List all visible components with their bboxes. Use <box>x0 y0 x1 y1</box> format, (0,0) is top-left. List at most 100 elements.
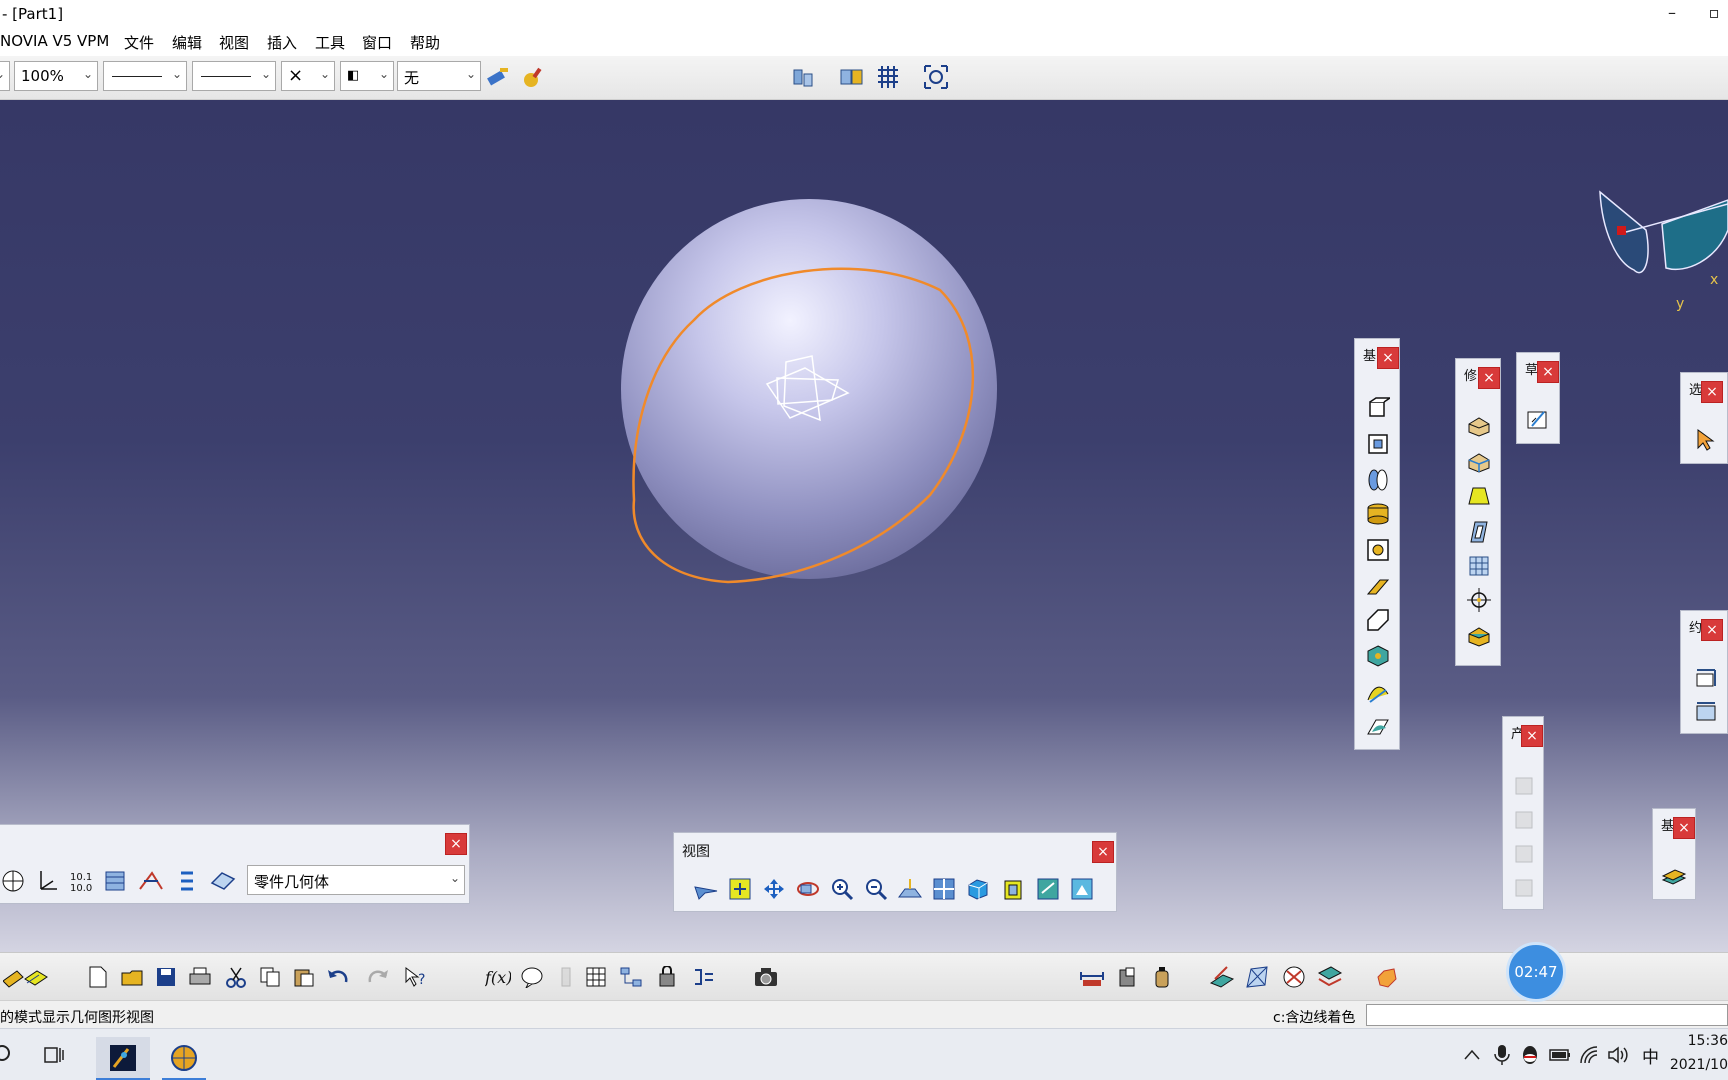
current-body-combo[interactable]: 零件几何体 ⌄ <box>247 865 465 895</box>
menu-tools[interactable]: 工具 <box>315 32 345 53</box>
multi-section-solid-icon[interactable] <box>1365 679 1391 705</box>
measure-item-icon[interactable] <box>1114 963 1142 991</box>
close-button[interactable]: × <box>1701 381 1723 403</box>
3d-annotation-icon[interactable] <box>1316 963 1344 991</box>
copy-icon[interactable] <box>256 963 284 991</box>
command-input[interactable] <box>1366 1004 1728 1026</box>
rotate-icon[interactable] <box>794 875 822 903</box>
constraint-analysis-icon[interactable] <box>1280 963 1308 991</box>
snap-to-point-icon[interactable] <box>1244 963 1272 991</box>
menu-view[interactable]: 视图 <box>219 32 249 53</box>
restore-button[interactable]: ▫ <box>1700 0 1728 28</box>
recording-timer[interactable]: 02:47 <box>1506 942 1566 1002</box>
sketch-icon[interactable] <box>1525 407 1551 433</box>
close-button[interactable]: × <box>1701 619 1723 641</box>
clock-time[interactable]: 15:36 <box>1688 1033 1728 1049</box>
multi-view-icon[interactable] <box>930 875 958 903</box>
format-painter-icon[interactable] <box>520 63 548 91</box>
pocket-icon[interactable] <box>1365 431 1391 457</box>
measure-inertia-icon[interactable] <box>1148 963 1176 991</box>
ime-indicator[interactable]: 中 <box>1642 1043 1659 1068</box>
coordinate-axis-icon[interactable] <box>33 867 61 895</box>
minimize-button[interactable]: – <box>1652 0 1692 28</box>
wifi-icon[interactable] <box>1576 1041 1604 1069</box>
catia-taskbar-app-icon[interactable] <box>96 1037 150 1080</box>
compass-icon[interactable] <box>1596 190 1728 300</box>
close-button[interactable]: × <box>1521 725 1543 747</box>
macros-icon[interactable] <box>690 963 718 991</box>
close-button[interactable]: × <box>1537 361 1559 383</box>
transparency-combo[interactable]: 100% ⌄ <box>14 61 98 91</box>
volume-icon[interactable] <box>1604 1041 1632 1069</box>
shading-mode-icon[interactable] <box>1068 875 1096 903</box>
menu-help[interactable]: 帮助 <box>410 32 440 53</box>
capture-icon[interactable] <box>752 963 780 991</box>
open-file-icon[interactable] <box>118 963 146 991</box>
catalog-browser-icon[interactable] <box>654 963 682 991</box>
fly-mode-icon[interactable] <box>692 875 720 903</box>
thickness-icon[interactable] <box>1466 553 1492 579</box>
tree-icon[interactable] <box>173 867 201 895</box>
menu-window[interactable]: 窗口 <box>362 32 392 53</box>
paste-icon[interactable] <box>290 963 318 991</box>
close-button[interactable]: × <box>1478 367 1500 389</box>
hand-tool-icon[interactable] <box>1372 963 1400 991</box>
line-type-combo[interactable]: ⌄ <box>192 61 276 91</box>
cut-icon[interactable] <box>222 963 250 991</box>
menu-edit[interactable]: 编辑 <box>172 32 202 53</box>
3d-viewport[interactable]: x y 基 × 修 × 草 × 选 × 约 × 产 × 基 × 视图 × × 1… <box>0 100 1728 952</box>
close-button[interactable]: × <box>1377 347 1399 369</box>
print-icon[interactable] <box>186 963 214 991</box>
formula-icon[interactable]: f(x) <box>484 963 512 991</box>
microphone-icon[interactable] <box>1488 1041 1516 1069</box>
pan-icon[interactable] <box>760 875 788 903</box>
menu-product[interactable]: NOVIA V5 VPM <box>0 32 109 50</box>
search-icon[interactable] <box>0 1041 18 1069</box>
fit-all-in-icon[interactable] <box>726 875 754 903</box>
draft-icon[interactable] <box>1466 483 1492 509</box>
edge-fillet-icon[interactable] <box>1466 413 1492 439</box>
task-view-icon[interactable] <box>40 1041 68 1069</box>
hide-show-view-icon[interactable] <box>1000 875 1028 903</box>
measure-between-icon[interactable] <box>1078 963 1106 991</box>
thread-icon[interactable] <box>1466 587 1492 613</box>
pad-icon[interactable] <box>1365 395 1391 421</box>
boolean-icon[interactable] <box>137 867 165 895</box>
point-symbol-combo[interactable]: × ⌄ <box>281 61 335 91</box>
fit-all-icon[interactable] <box>922 63 950 91</box>
save-icon[interactable] <box>152 963 180 991</box>
table-icon[interactable] <box>582 963 610 991</box>
paint-brush-icon[interactable] <box>484 63 512 91</box>
shaft-icon[interactable] <box>1365 467 1391 493</box>
normal-view-icon[interactable] <box>896 875 924 903</box>
close-button[interactable]: × <box>1673 817 1695 839</box>
grid-icon[interactable] <box>874 63 902 91</box>
axis-system-icon[interactable] <box>0 867 27 895</box>
swap-space-icon[interactable] <box>1034 875 1062 903</box>
undo-icon[interactable] <box>324 963 352 991</box>
solid-combine-icon[interactable] <box>1365 643 1391 669</box>
select-arrow-icon[interactable] <box>1693 427 1719 453</box>
product-structure-icon[interactable] <box>618 963 646 991</box>
scale-icon[interactable]: 10.1 10.0 <box>67 867 95 895</box>
menu-file[interactable]: 文件 <box>124 32 154 53</box>
slot-icon[interactable] <box>1365 607 1391 633</box>
apply-material-icon[interactable] <box>1661 863 1687 889</box>
removed-multi-section-icon[interactable] <box>1365 713 1391 739</box>
qq-icon[interactable] <box>1516 1041 1544 1069</box>
define-work-object-icon[interactable] <box>209 867 237 895</box>
part-design-icon[interactable] <box>22 963 50 991</box>
prev-combo[interactable]: ⌄ <box>0 61 10 91</box>
battery-icon[interactable] <box>1546 1041 1574 1069</box>
insert-body-icon[interactable] <box>101 867 129 895</box>
hole-icon[interactable] <box>1365 537 1391 563</box>
chevron-up-icon[interactable] <box>1458 1041 1486 1069</box>
zoom-out-icon[interactable] <box>862 875 890 903</box>
redo-icon[interactable] <box>364 963 392 991</box>
groove-icon[interactable] <box>1365 501 1391 527</box>
iso-view-icon[interactable] <box>964 875 992 903</box>
line-thickness-combo[interactable]: ⌄ <box>103 61 187 91</box>
close-button[interactable]: × <box>1092 841 1114 863</box>
browser-taskbar-app-icon[interactable] <box>162 1037 206 1080</box>
sketcher-grid-icon[interactable] <box>1208 963 1236 991</box>
